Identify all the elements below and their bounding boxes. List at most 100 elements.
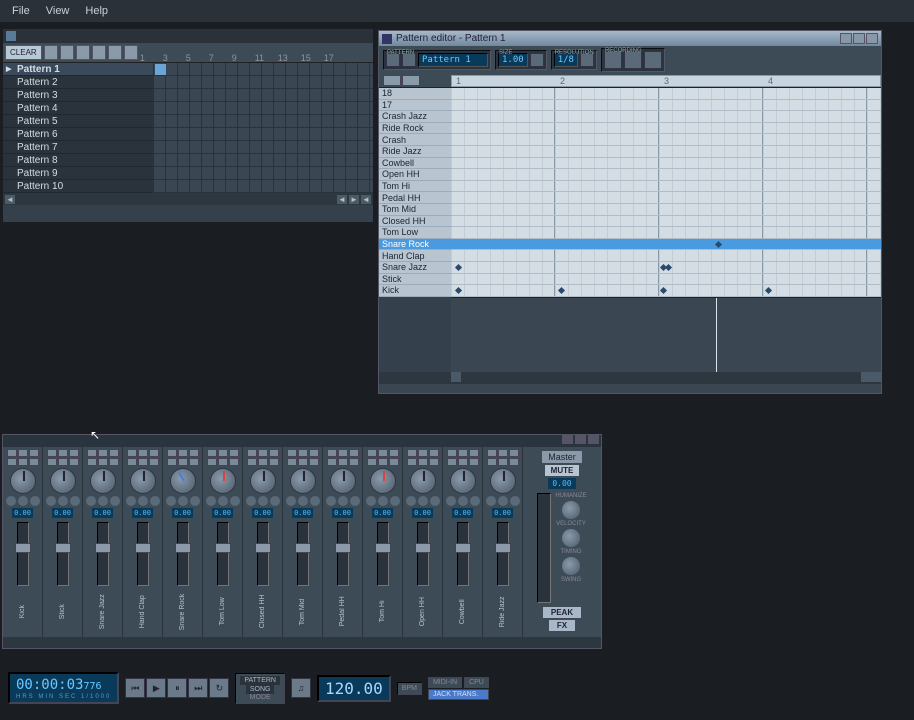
channel-fader[interactable] [417, 522, 429, 586]
ch-play-btn[interactable] [7, 449, 17, 457]
note-row[interactable] [451, 169, 881, 181]
channel-fader[interactable] [337, 522, 349, 586]
ch-fx3-btn[interactable] [149, 458, 159, 466]
fader-handle[interactable] [255, 543, 271, 553]
send3-knob[interactable] [390, 496, 400, 506]
ch-fx3-btn[interactable] [69, 458, 79, 466]
note-row[interactable] [451, 100, 881, 112]
ch-mute-btn[interactable] [258, 449, 268, 457]
pan-knob[interactable] [290, 468, 316, 494]
instrument-item[interactable]: Open HH [379, 169, 451, 181]
forward-btn[interactable]: ⏭ [188, 678, 208, 698]
mixer-maximize-btn[interactable] [575, 435, 586, 444]
channel-fader[interactable] [17, 522, 29, 586]
ch-fx1-btn[interactable] [87, 458, 97, 466]
send3-knob[interactable] [110, 496, 120, 506]
timing-knob[interactable] [562, 529, 580, 547]
note[interactable] [765, 287, 772, 294]
ch-solo-btn[interactable] [69, 449, 79, 457]
instrument-item[interactable]: 17 [379, 100, 451, 112]
pattern-grid[interactable] [153, 63, 373, 193]
note-row[interactable] [451, 146, 881, 158]
instrument-item[interactable]: Tom Low [379, 227, 451, 239]
pan-knob[interactable] [170, 468, 196, 494]
ch-fx1-btn[interactable] [407, 458, 417, 466]
ch-fx1-btn[interactable] [247, 458, 257, 466]
note-row[interactable] [451, 181, 881, 193]
ch-solo-btn[interactable] [349, 449, 359, 457]
mixer-close-btn[interactable] [588, 435, 599, 444]
pattern-beat-ruler[interactable]: 1234 [451, 75, 881, 87]
send3-knob[interactable] [190, 496, 200, 506]
ch-play-btn[interactable] [487, 449, 497, 457]
channel-fader[interactable] [97, 522, 109, 586]
ch-mute-btn[interactable] [498, 449, 508, 457]
ch-fx3-btn[interactable] [309, 458, 319, 466]
ch-solo-btn[interactable] [389, 449, 399, 457]
ch-fx3-btn[interactable] [469, 458, 479, 466]
pan-knob[interactable] [410, 468, 436, 494]
ch-fx1-btn[interactable] [367, 458, 377, 466]
close-button[interactable] [866, 33, 878, 44]
channel-fader[interactable] [137, 522, 149, 586]
swing-knob[interactable] [562, 557, 580, 575]
loop-btn[interactable]: ↻ [209, 678, 229, 698]
send1-knob[interactable] [486, 496, 496, 506]
ch-solo-btn[interactable] [469, 449, 479, 457]
clear-button[interactable]: CLEAR [5, 45, 42, 60]
ch-fx2-btn[interactable] [178, 458, 188, 466]
velocity-grid[interactable] [451, 297, 881, 372]
channel-fader[interactable] [177, 522, 189, 586]
ch-fx2-btn[interactable] [378, 458, 388, 466]
ch-fx3-btn[interactable] [349, 458, 359, 466]
send2-knob[interactable] [178, 496, 188, 506]
pan-knob[interactable] [50, 468, 76, 494]
instrument-item[interactable]: Ride Jazz [379, 146, 451, 158]
note-row[interactable] [451, 285, 881, 297]
send1-knob[interactable] [6, 496, 16, 506]
send2-knob[interactable] [298, 496, 308, 506]
instrument-item[interactable]: Cowbell [379, 158, 451, 170]
hscroll-left-icon[interactable] [451, 372, 461, 382]
pattern-item[interactable]: Pattern 4 [3, 102, 153, 115]
ch-fx1-btn[interactable] [287, 458, 297, 466]
pattern-item[interactable]: Pattern 5 [3, 115, 153, 128]
send3-knob[interactable] [150, 496, 160, 506]
instrument-item[interactable]: Closed HH [379, 216, 451, 228]
channel-fader[interactable] [497, 522, 509, 586]
ch-solo-btn[interactable] [109, 449, 119, 457]
send3-knob[interactable] [70, 496, 80, 506]
ch-fx1-btn[interactable] [47, 458, 57, 466]
send3-knob[interactable] [430, 496, 440, 506]
instrument-item[interactable]: Crash [379, 134, 451, 146]
fader-handle[interactable] [455, 543, 471, 553]
size-dropdown-btn[interactable] [530, 53, 544, 67]
channel-fader[interactable] [57, 522, 69, 586]
note-row[interactable] [451, 204, 881, 216]
menu-file[interactable]: File [4, 3, 38, 19]
ch-mute-btn[interactable] [178, 449, 188, 457]
fx-btn[interactable]: FX [549, 620, 575, 631]
pan-knob[interactable] [90, 468, 116, 494]
fader-handle[interactable] [15, 543, 31, 553]
ch-fx1-btn[interactable] [207, 458, 217, 466]
song-draw-btn[interactable] [124, 45, 138, 60]
ch-fx2-btn[interactable] [458, 458, 468, 466]
load-instrument-btn[interactable] [383, 75, 401, 86]
ch-fx2-btn[interactable] [98, 458, 108, 466]
note[interactable] [665, 264, 672, 271]
stop-btn[interactable]: ⏸ [167, 678, 187, 698]
pan-knob[interactable] [10, 468, 36, 494]
fader-handle[interactable] [415, 543, 431, 553]
song-new-btn[interactable] [44, 45, 58, 60]
channel-fader[interactable] [257, 522, 269, 586]
pattern-editor-titlebar[interactable]: Pattern editor - Pattern 1 [379, 31, 881, 46]
channel-fader[interactable] [297, 522, 309, 586]
mode-pattern-btn[interactable]: PATTERN [240, 676, 280, 685]
ch-fx2-btn[interactable] [18, 458, 28, 466]
pattern-item[interactable]: Pattern 9 [3, 167, 153, 180]
send2-knob[interactable] [458, 496, 468, 506]
channel-fader[interactable] [457, 522, 469, 586]
pattern-item[interactable]: Pattern 2 [3, 76, 153, 89]
peak-btn[interactable]: PEAK [543, 607, 581, 618]
